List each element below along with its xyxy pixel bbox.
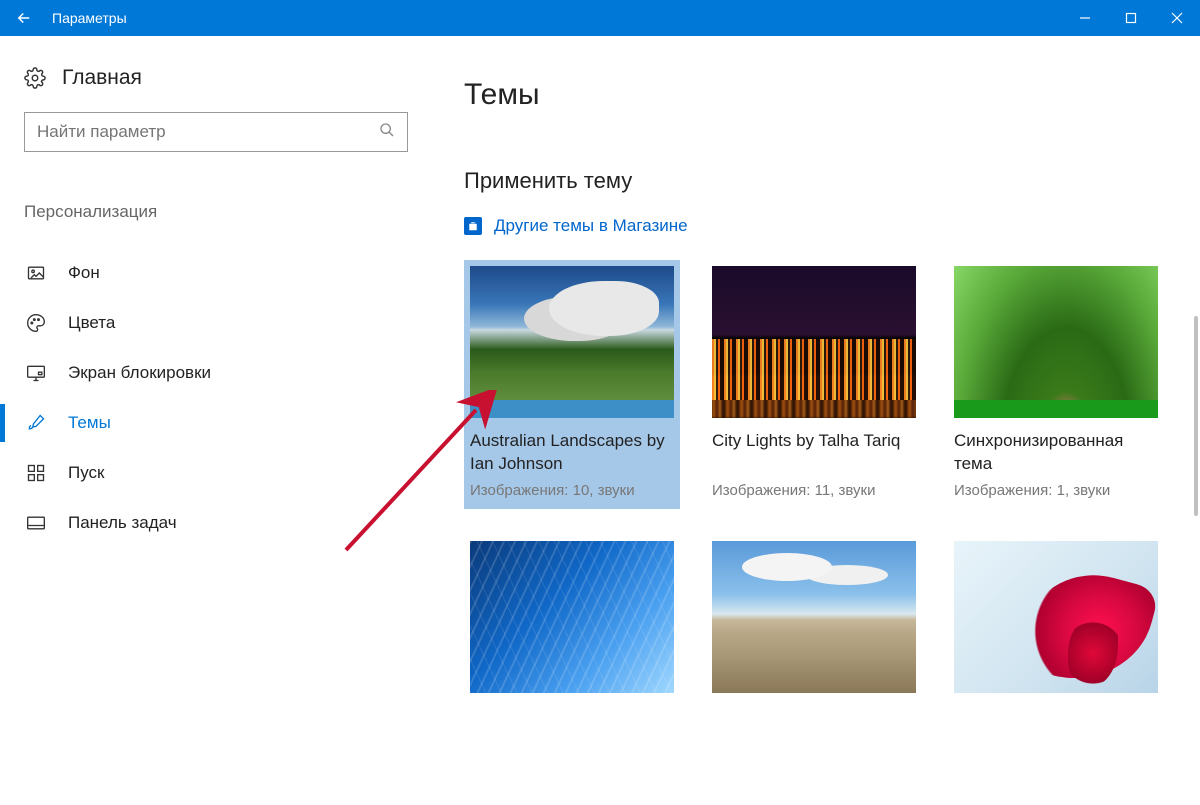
minimize-button[interactable] [1062,0,1108,36]
theme-card[interactable] [706,535,922,703]
back-button[interactable] [0,0,48,36]
theme-thumbnail [954,266,1158,418]
sidebar: Главная Персонализация Фон Цвета Экран б… [0,36,420,805]
sidebar-item-background[interactable]: Фон [24,248,420,298]
theme-card[interactable] [948,535,1164,703]
grid-icon [26,463,46,483]
sidebar-item-colors[interactable]: Цвета [24,298,420,348]
section-title: Применить тему [464,168,1200,194]
palette-icon [26,313,46,333]
page-title: Темы [464,78,1200,112]
home-label: Главная [62,66,142,90]
theme-thumbnail [712,266,916,418]
sidebar-item-label: Фон [68,263,100,283]
taskbar-icon [26,513,46,533]
theme-meta: Изображения: 10, звуки [470,482,674,499]
sidebar-item-start[interactable]: Пуск [24,448,420,498]
store-icon [464,217,482,235]
monitor-icon [26,363,46,383]
theme-name: Синхронизированная тема [954,430,1158,476]
picture-icon [26,263,46,283]
store-link[interactable]: Другие темы в Магазине [464,216,1200,236]
sidebar-item-themes[interactable]: Темы [24,398,420,448]
sidebar-item-label: Темы [68,413,111,433]
search-input[interactable] [37,122,379,142]
theme-card[interactable]: Синхронизированная тема Изображения: 1, … [948,260,1164,509]
sidebar-item-label: Экран блокировки [68,363,211,383]
sidebar-item-label: Пуск [68,463,104,483]
theme-name: City Lights by Talha Tariq [712,430,916,476]
maximize-button[interactable] [1108,0,1154,36]
theme-thumbnail [470,541,674,693]
gear-icon [24,67,46,89]
theme-thumbnail [712,541,916,693]
titlebar: Параметры [0,0,1200,36]
brush-icon [26,413,46,433]
close-button[interactable] [1154,0,1200,36]
theme-card[interactable]: Australian Landscapes by Ian Johnson Изо… [464,260,680,509]
window-title: Параметры [48,10,1062,26]
theme-name: Australian Landscapes by Ian Johnson [470,430,674,476]
sidebar-item-lockscreen[interactable]: Экран блокировки [24,348,420,398]
window-controls [1062,0,1200,36]
sidebar-item-label: Цвета [68,313,115,333]
home-link[interactable]: Главная [24,66,420,90]
store-link-label: Другие темы в Магазине [494,216,688,236]
theme-thumbnail [470,266,674,418]
theme-card[interactable] [464,535,680,703]
search-box[interactable] [24,112,408,152]
main-content: Темы Применить тему Другие темы в Магази… [420,36,1200,805]
search-icon [379,122,395,143]
theme-card[interactable]: City Lights by Talha Tariq Изображения: … [706,260,922,509]
sidebar-item-taskbar[interactable]: Панель задач [24,498,420,548]
themes-grid: Australian Landscapes by Ian Johnson Изо… [464,260,1184,703]
theme-meta: Изображения: 11, звуки [712,482,916,499]
category-label: Персонализация [24,202,420,222]
sidebar-item-label: Панель задач [68,513,177,533]
scrollbar[interactable] [1194,316,1198,576]
theme-thumbnail [954,541,1158,693]
theme-meta: Изображения: 1, звуки [954,482,1158,499]
